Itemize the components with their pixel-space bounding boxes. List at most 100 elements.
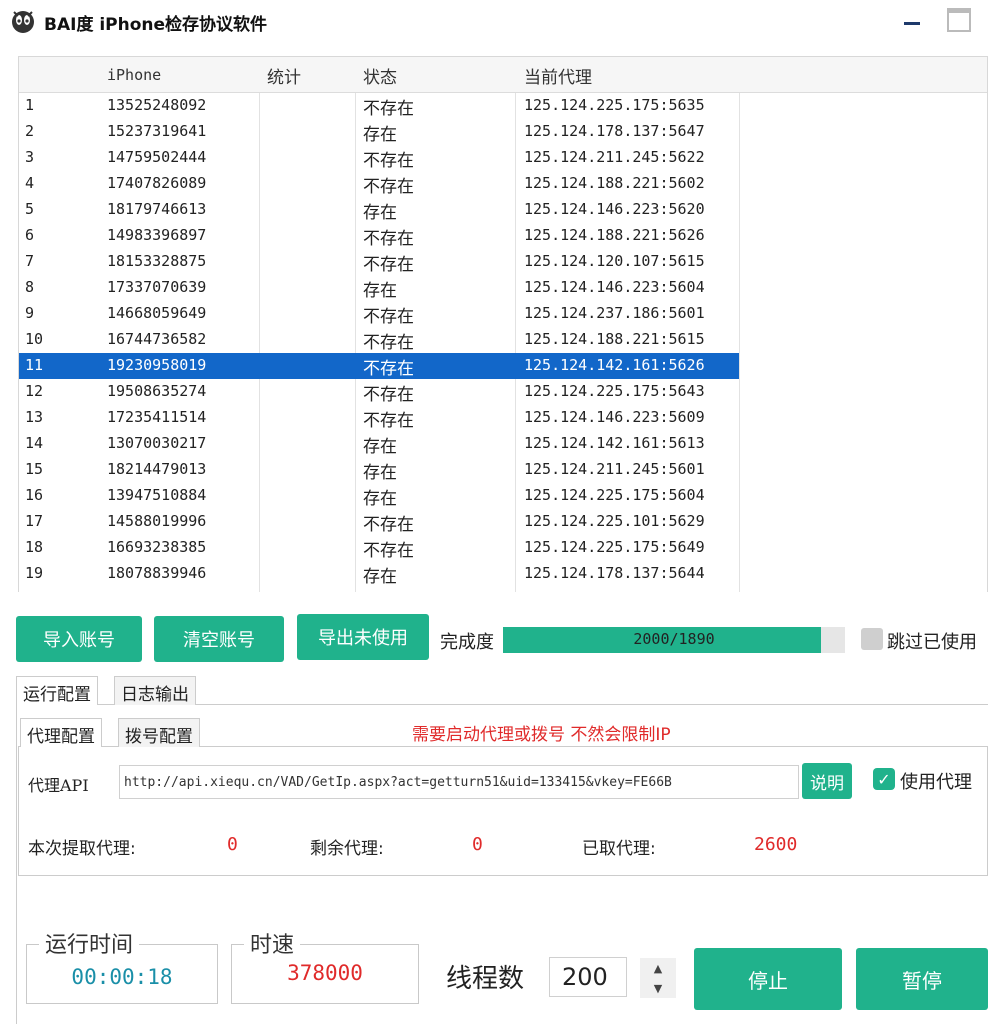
table-row[interactable]: 10 16744736582 不存在 125.124.188.221:5615 — [19, 327, 987, 353]
cell-index: 13 — [25, 408, 44, 426]
stop-button[interactable]: 停止 — [694, 948, 842, 1010]
cell-status: 存在 — [363, 463, 397, 483]
cell-index: 8 — [25, 278, 35, 296]
taken-proxy-label: 已取代理: — [582, 839, 656, 859]
cell-index: 9 — [25, 304, 35, 322]
progress-label: 完成度 — [440, 632, 494, 653]
tab-run-config[interactable]: 运行配置 — [16, 676, 98, 705]
proxy-api-label: 代理API — [28, 776, 89, 795]
cell-phone: 14983396897 — [107, 226, 207, 244]
cell-status: 存在 — [363, 437, 397, 457]
tab-proxy-config[interactable]: 代理配置 — [20, 718, 102, 747]
cell-index: 7 — [25, 252, 35, 270]
cell-index: 4 — [25, 174, 35, 192]
table-row[interactable]: 7 18153328875 不存在 125.124.120.107:5615 — [19, 249, 987, 275]
threads-label: 线程数 — [446, 964, 525, 994]
app-logo-icon — [12, 11, 34, 33]
table-row[interactable]: 6 14983396897 不存在 125.124.188.221:5626 — [19, 223, 987, 249]
table-row[interactable]: 18 16693238385 不存在 125.124.225.175:5649 — [19, 535, 987, 561]
cell-index: 14 — [25, 434, 44, 452]
cell-proxy: 125.124.188.221:5626 — [524, 226, 705, 244]
cell-proxy: 125.124.225.175:5604 — [524, 486, 705, 504]
cell-status: 不存在 — [363, 307, 414, 327]
cell-index: 15 — [25, 460, 44, 478]
skip-used-label[interactable]: 跳过已使用 — [887, 628, 977, 654]
cell-status: 不存在 — [363, 255, 414, 275]
pause-button[interactable]: 暂停 — [856, 948, 988, 1010]
speed-label: 时速 — [244, 927, 301, 959]
cell-proxy: 125.124.225.175:5649 — [524, 538, 705, 556]
cell-proxy: 125.124.142.161:5626 — [524, 356, 705, 374]
progress-bar: 2000/1890 — [503, 627, 845, 653]
account-table[interactable]: iPhone 统计 状态 当前代理 1 13525248092 不存在 125.124… — [18, 56, 988, 592]
cell-phone: 13525248092 — [107, 96, 207, 114]
cell-proxy: 125.124.178.137:5644 — [524, 564, 705, 582]
cell-index: 11 — [25, 356, 44, 374]
export-unused-button[interactable]: 导出未使用 — [297, 614, 429, 660]
cell-index: 17 — [25, 512, 44, 530]
cell-status: 不存在 — [363, 229, 414, 249]
speed-value: 378000 — [287, 961, 363, 985]
cell-proxy: 125.124.146.223:5609 — [524, 408, 705, 426]
cell-index: 1 — [25, 96, 35, 114]
use-proxy-checkbox[interactable]: ✓ — [873, 768, 895, 790]
table-row[interactable]: 3 14759502444 不存在 125.124.211.245:5622 — [19, 145, 987, 171]
cell-phone: 17235411514 — [107, 408, 207, 426]
clear-accounts-button[interactable]: 清空账号 — [154, 616, 284, 662]
window-title: BAI度 iPhone检存协议软件 — [44, 15, 268, 35]
tab-log-output[interactable]: 日志输出 — [114, 676, 196, 705]
cell-proxy: 125.124.142.161:5613 — [524, 434, 705, 452]
table-row[interactable]: 13 17235411514 不存在 125.124.146.223:5609 — [19, 405, 987, 431]
minimize-icon[interactable] — [902, 10, 922, 34]
cell-index: 18 — [25, 538, 44, 556]
cell-status: 不存在 — [363, 541, 414, 561]
table-row[interactable]: 4 17407826089 不存在 125.124.188.221:5602 — [19, 171, 987, 197]
tab-dial-config[interactable]: 拨号配置 — [118, 718, 200, 747]
cell-index: 19 — [25, 564, 44, 582]
cell-phone: 15237319641 — [107, 122, 207, 140]
table-row[interactable]: 17 14588019996 不存在 125.124.225.101:5629 — [19, 509, 987, 535]
table-row[interactable]: 2 15237319641 存在 125.124.178.137:5647 — [19, 119, 987, 145]
spin-up-icon[interactable]: ▲ — [640, 958, 676, 978]
table-row[interactable]: 9 14668059649 不存在 125.124.237.186:5601 — [19, 301, 987, 327]
table-row[interactable]: 14 13070030217 存在 125.124.142.161:5613 — [19, 431, 987, 457]
help-button[interactable]: 说明 — [802, 763, 852, 799]
cell-status: 存在 — [363, 281, 397, 301]
cell-status: 存在 — [363, 489, 397, 509]
cell-proxy: 125.124.146.223:5604 — [524, 278, 705, 296]
cell-status: 不存在 — [363, 151, 414, 171]
skip-used-checkbox[interactable] — [861, 628, 883, 650]
cell-phone: 18214479013 — [107, 460, 207, 478]
cell-index: 5 — [25, 200, 35, 218]
maximize-icon[interactable] — [947, 8, 971, 32]
table-row[interactable]: 5 18179746613 存在 125.124.146.223:5620 — [19, 197, 987, 223]
title-bar: BAI度 iPhone检存协议软件 — [0, 0, 988, 44]
table-row[interactable]: 19 18078839946 存在 125.124.178.137:5644 — [19, 561, 987, 587]
cell-index: 2 — [25, 122, 35, 140]
use-proxy-label[interactable]: 使用代理 — [900, 768, 972, 794]
cell-phone: 17337070639 — [107, 278, 207, 296]
import-accounts-button[interactable]: 导入账号 — [16, 616, 142, 662]
remaining-proxy-value: 0 — [472, 834, 483, 855]
table-row[interactable]: 16 13947510884 存在 125.124.225.175:5604 — [19, 483, 987, 509]
cell-phone: 16693238385 — [107, 538, 207, 556]
cell-proxy: 125.124.225.101:5629 — [524, 512, 705, 530]
cell-index: 3 — [25, 148, 35, 166]
table-row-selected[interactable]: 11 19230958019 不存在 125.124.142.161:5626 — [19, 353, 987, 379]
speed-group: 时速 378000 — [231, 927, 419, 1004]
threads-input[interactable] — [549, 957, 627, 997]
progress-text: 2000/1890 — [633, 630, 715, 648]
proxy-api-input[interactable] — [119, 765, 799, 799]
table-row[interactable]: 15 18214479013 存在 125.124.211.245:5601 — [19, 457, 987, 483]
cell-status: 不存在 — [363, 177, 414, 197]
cell-status: 存在 — [363, 203, 397, 223]
table-row[interactable]: 1 13525248092 不存在 125.124.225.175:5635 — [19, 93, 987, 119]
cell-proxy: 125.124.225.175:5643 — [524, 382, 705, 400]
cell-phone: 13947510884 — [107, 486, 207, 504]
spin-down-icon[interactable]: ▼ — [640, 978, 676, 998]
cell-proxy: 125.124.211.245:5601 — [524, 460, 705, 478]
cell-status: 存在 — [363, 125, 397, 145]
table-row[interactable]: 8 17337070639 存在 125.124.146.223:5604 — [19, 275, 987, 301]
table-row[interactable]: 12 19508635274 不存在 125.124.225.175:5643 — [19, 379, 987, 405]
remaining-proxy-label: 剩余代理: — [310, 839, 384, 859]
